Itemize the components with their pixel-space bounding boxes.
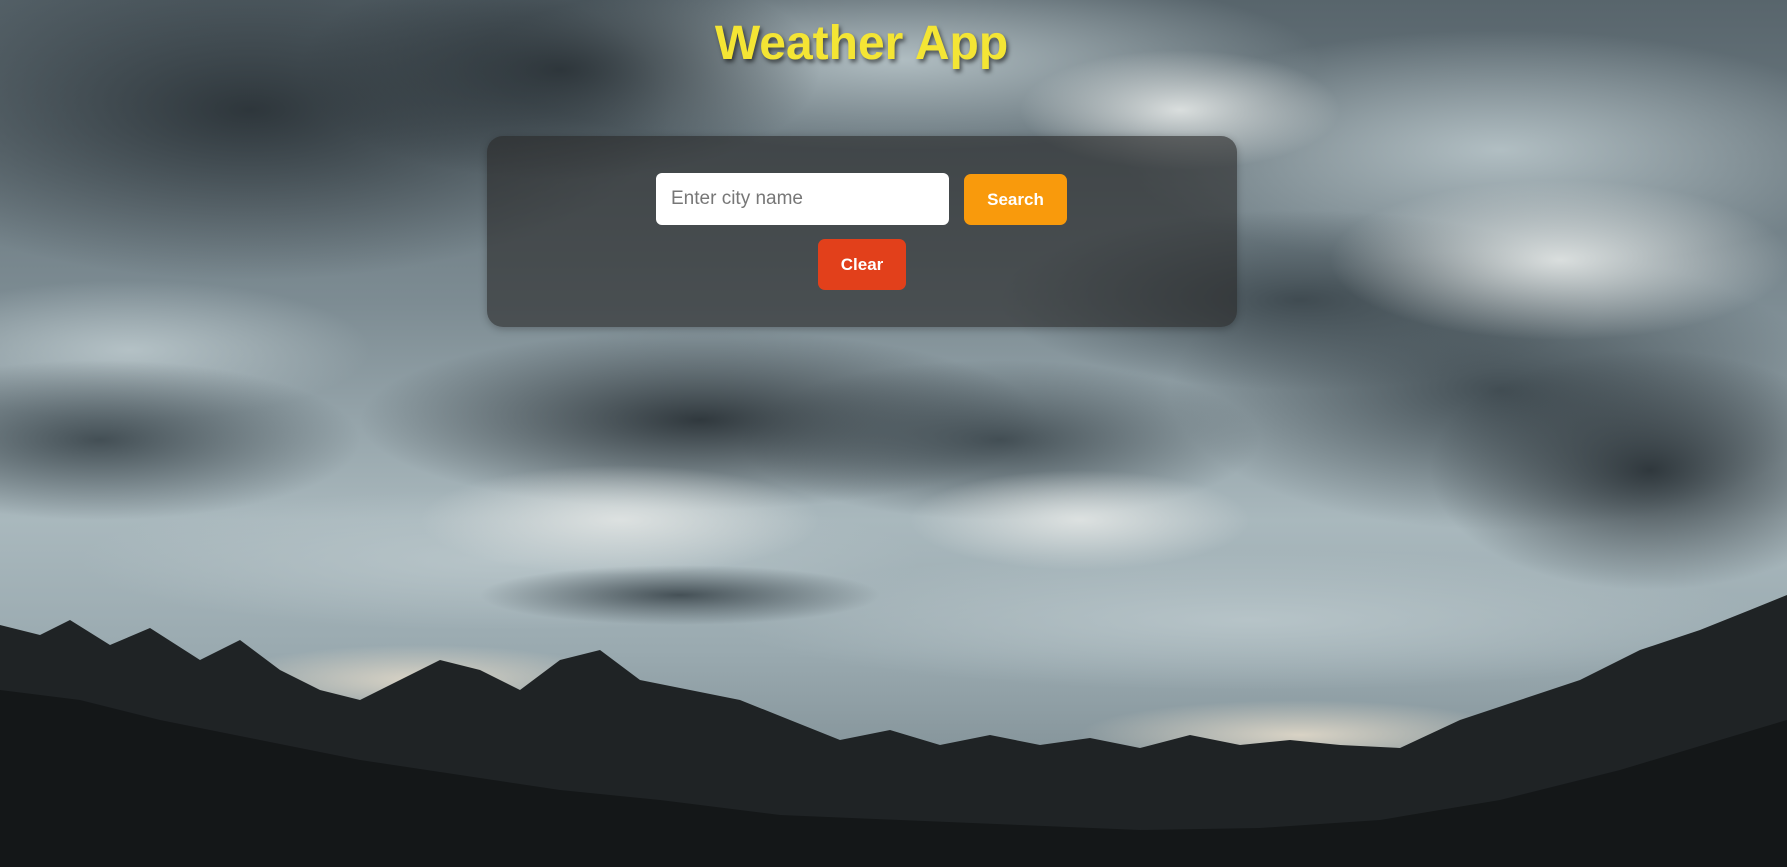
weather-app-page: Weather App Search Clear bbox=[0, 0, 1787, 867]
page-title: Weather App bbox=[714, 17, 1009, 70]
search-button[interactable]: Search bbox=[964, 174, 1067, 225]
search-card: Search Clear bbox=[487, 136, 1237, 327]
clear-button[interactable]: Clear bbox=[818, 239, 906, 290]
city-search-input[interactable] bbox=[656, 173, 949, 225]
background-landscape bbox=[0, 0, 1787, 867]
